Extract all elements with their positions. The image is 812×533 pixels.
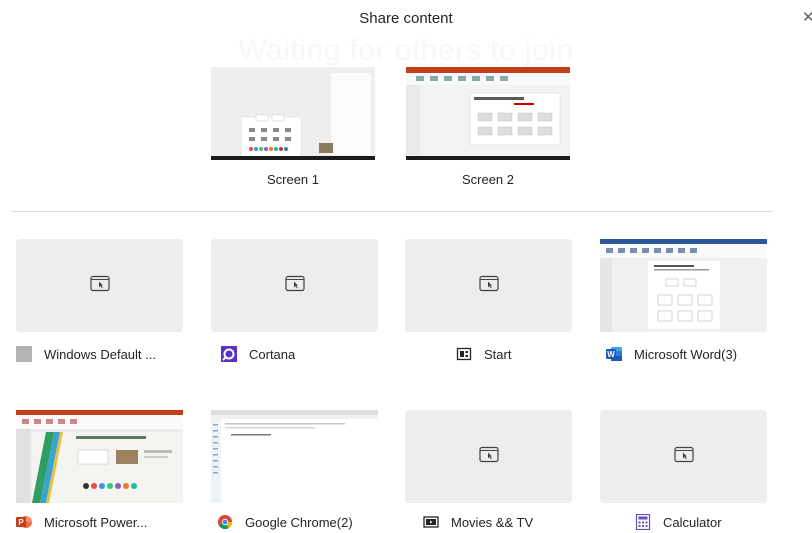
section-divider [11,211,773,212]
window-icon [284,275,305,296]
movies-tv-icon [423,514,439,530]
background-status-text: Waiting for others to join [238,34,574,67]
app-name: Cortana [249,346,296,362]
app-tile-microsoft-word[interactable] [600,239,767,332]
app-name: Microsoft Power... [44,514,148,530]
window-icon [673,446,694,467]
app-label-calculator[interactable]: Calculator [635,512,722,532]
app-name: Windows Default ... [44,346,156,362]
app-name: Google Chrome(2) [245,514,353,530]
app-label-microsoft-powerpoint[interactable]: P Microsoft Power... [16,512,147,532]
screen-2-thumbnail [406,67,570,160]
chrome-preview [211,410,378,503]
app-label-microsoft-word[interactable]: W Microsoft Word(3) [606,344,737,364]
svg-text:P: P [18,518,24,527]
window-icon [478,275,499,296]
app-label-movies-tv[interactable]: Movies && TV [423,512,533,532]
word-icon: W [606,346,622,362]
app-label-cortana[interactable]: Cortana [221,344,295,364]
close-button[interactable]: ✕ [802,8,812,28]
app-label-start[interactable]: Start [456,344,511,364]
app-tile-windows-default[interactable] [16,239,183,332]
screen-1-option[interactable]: Screen 1 [211,67,375,187]
app-name: Start [484,346,512,362]
svg-text:W: W [607,350,615,359]
app-tile-microsoft-powerpoint[interactable] [16,410,183,503]
app-tile-movies-tv[interactable] [405,410,572,503]
app-tile-start[interactable] [405,239,572,332]
app-label-google-chrome[interactable]: Google Chrome(2) [217,512,353,532]
powerpoint-icon: P [16,514,32,530]
app-name: Calculator [663,514,722,530]
dialog-title: Share content [359,10,453,27]
app-tile-google-chrome[interactable] [211,410,378,503]
screen-2-label: Screen 2 [461,172,515,187]
app-name: Movies && TV [451,514,534,530]
app-tile-calculator[interactable] [600,410,767,503]
app-name: Microsoft Word(3) [634,346,738,362]
window-icon [478,446,499,467]
app-label-windows-default[interactable]: Windows Default ... [16,344,156,364]
chrome-icon [217,514,233,530]
calculator-icon [635,513,651,531]
start-icon [456,346,472,362]
screen-2-option[interactable]: Screen 2 [406,67,570,187]
gray-square-icon [16,346,32,362]
screen-1-label: Screen 1 [266,172,320,187]
powerpoint-preview [16,410,183,503]
window-icon [89,275,110,296]
app-tile-cortana[interactable] [211,239,378,332]
screen-1-thumbnail [211,67,375,160]
cortana-icon [221,346,237,362]
word-document-preview [600,239,767,332]
